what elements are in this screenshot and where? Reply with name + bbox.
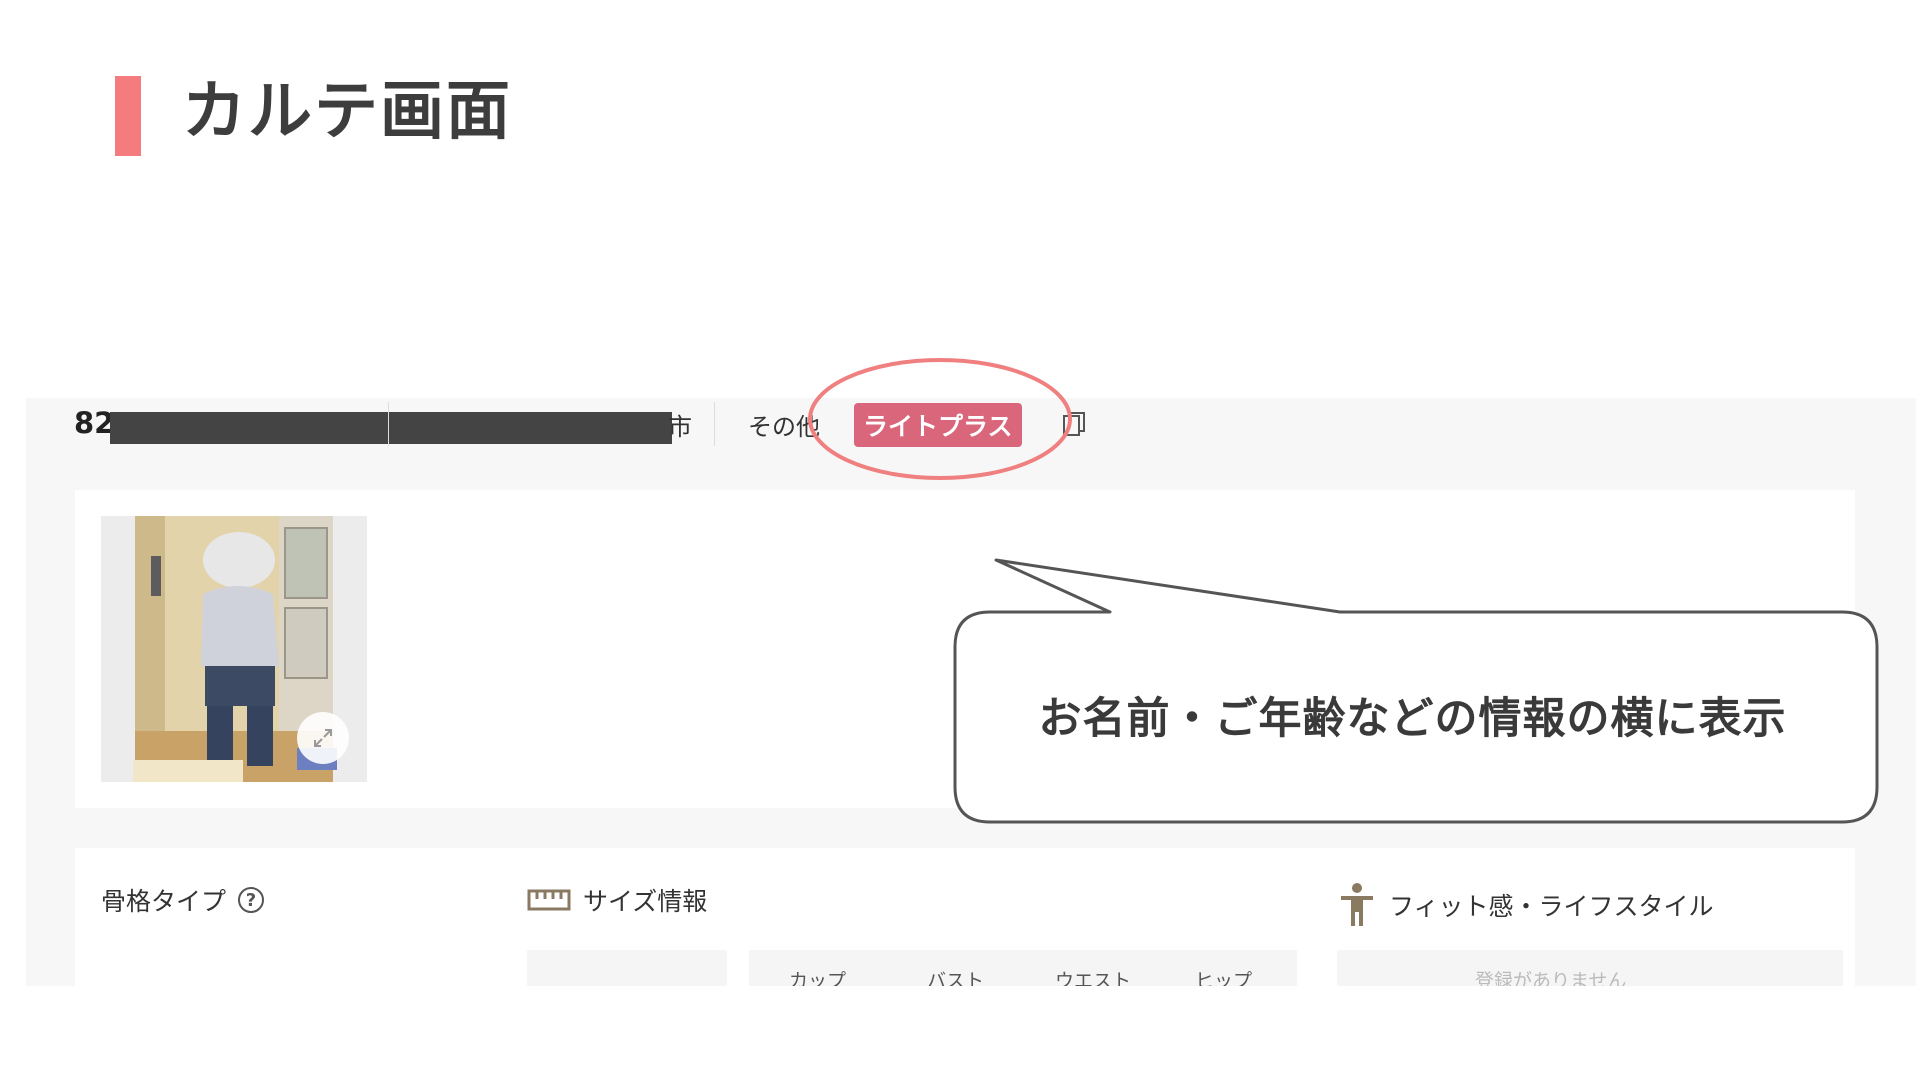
title-accent-bar	[115, 76, 141, 156]
copy-icon[interactable]	[1060, 410, 1090, 440]
expand-photo-button[interactable]	[297, 712, 349, 764]
fit-empty-message: 登録がありません	[1475, 970, 1627, 986]
divider	[714, 402, 715, 446]
body-info-card: 骨格タイプ ? サイズ情報 フィット感・ライフスタイル カップ バスト ウエスト…	[75, 848, 1855, 986]
size-column-bust: バスト	[927, 970, 985, 986]
divider	[388, 402, 389, 446]
size-info-label: サイズ情報	[583, 887, 708, 916]
callout-text: お名前・ご年齢などの情報の横に表示	[1038, 694, 1787, 744]
member-id: 82	[74, 406, 115, 440]
customer-header: 82 市 その他 ライトプラス	[26, 398, 1916, 450]
size-column-cup: カップ	[789, 970, 847, 986]
address-city: 市	[668, 413, 692, 441]
skeleton-type-heading: 骨格タイプ ?	[101, 882, 265, 918]
help-icon[interactable]: ?	[238, 887, 265, 913]
redacted-personal-info	[110, 412, 672, 444]
expand-icon	[314, 729, 332, 747]
ruler-icon	[527, 889, 571, 911]
plan-badge: ライトプラス	[854, 403, 1022, 447]
size-info-heading: サイズ情報	[527, 882, 707, 918]
size-column-hip: ヒップ	[1195, 970, 1253, 986]
size-column-waist: ウエスト	[1055, 970, 1132, 986]
person-icon	[1341, 883, 1373, 926]
skeleton-type-label: 骨格タイプ	[101, 887, 227, 916]
customer-category: その他	[748, 413, 820, 441]
fit-lifestyle-heading: フィット感・ライフスタイル	[1337, 882, 1714, 928]
fit-lifestyle-label: フィット感・ライフスタイル	[1389, 892, 1714, 921]
size-chart-box	[527, 950, 727, 986]
slide-title: カルテ画面	[182, 75, 512, 149]
